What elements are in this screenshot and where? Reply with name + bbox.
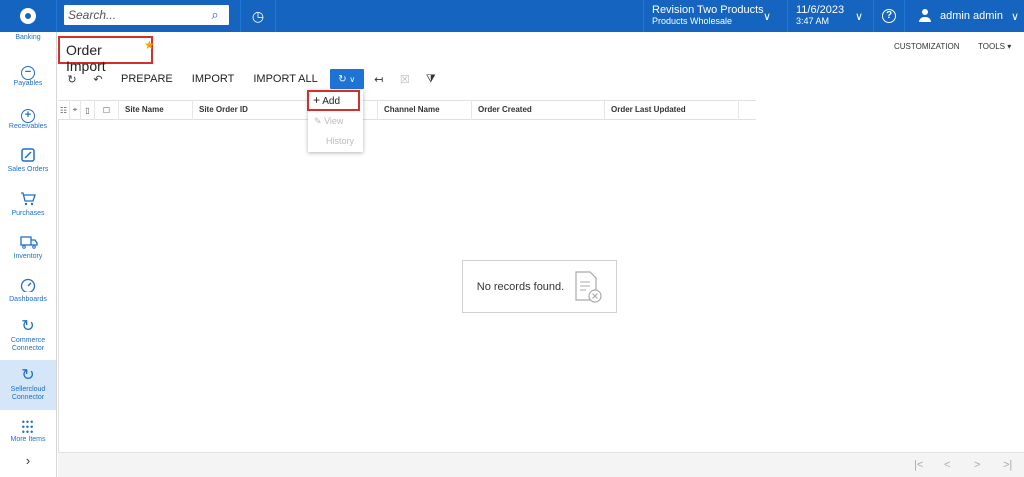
business-date: 11/6/2023 — [796, 4, 845, 16]
last-page-icon[interactable]: >| — [1003, 459, 1012, 471]
page-title-box: Order Import — [58, 36, 153, 74]
tools-label: TOOLS — [978, 42, 1005, 51]
sidebar-item-label: Receivables — [8, 123, 48, 130]
select-all-checkbox[interactable]: ☐ — [95, 100, 119, 120]
column-header-site-name[interactable]: Site Name — [119, 100, 193, 120]
schedule-menu-button[interactable]: ↻ ∨ — [329, 69, 364, 89]
no-records-document-icon — [574, 270, 602, 304]
pencil-icon: ✎ — [314, 116, 322, 126]
sidebar-item-label: Dashboards — [9, 296, 47, 303]
prepare-button[interactable]: PREPARE — [115, 73, 179, 85]
tenant-name: Revision Two Products — [652, 4, 764, 16]
column-header-channel-name[interactable]: Channel Name — [378, 100, 472, 120]
sidebar-item-inventory[interactable]: Inventory — [0, 235, 56, 261]
sidebar-item-label: Sellercloud Connector — [10, 386, 46, 401]
sync-icon: ↻ — [21, 367, 35, 384]
dropdown-item-history[interactable]: History — [308, 131, 363, 151]
sidebar-item-purchases[interactable]: Purchases — [0, 192, 56, 218]
fit-columns-icon[interactable]: ↤ — [370, 73, 388, 86]
truck-icon — [20, 235, 38, 251]
acumatica-logo-icon — [20, 8, 36, 24]
notes-icon: ▯ — [81, 100, 95, 120]
minus-circle-icon: − — [20, 62, 36, 80]
history-icon: ◷ — [251, 7, 265, 24]
sidebar-expand-button[interactable]: › — [0, 454, 56, 467]
dropdown-item-view[interactable]: ✎ View — [308, 111, 363, 131]
sync-icon: ↻ — [21, 318, 35, 335]
user-icon — [918, 9, 932, 23]
plus-icon: + — [313, 93, 321, 107]
sidebar-item-label: Purchases — [11, 210, 45, 217]
search-icon[interactable]: ⌕ — [208, 8, 222, 22]
app-logo[interactable] — [0, 0, 57, 32]
sidebar-item-sales-orders[interactable]: Sales Orders — [0, 148, 56, 174]
toolbar: ↻ ↶ PREPARE IMPORT IMPORT ALL ↻ ∨ ↤ ☒ ⧩ — [58, 68, 1024, 90]
chevron-right-icon: › — [25, 453, 31, 468]
tenant-selector[interactable]: Revision Two Products Products Wholesale… — [643, 0, 783, 32]
empty-message: No records found. — [476, 280, 565, 293]
import-all-button[interactable]: IMPORT ALL — [247, 73, 323, 85]
pager: |< < > >| — [58, 452, 1024, 477]
favorite-star-icon[interactable]: ★ — [144, 38, 155, 52]
user-menu[interactable]: admin admin ∨ — [912, 0, 1024, 32]
sidebar-item-label: Commerce Connector — [10, 337, 46, 352]
caret-down-icon: ▾ — [1007, 42, 1012, 51]
tools-menu[interactable]: TOOLS ▾ — [978, 42, 1011, 51]
sidebar-item-label: Sales Orders — [7, 166, 49, 173]
refresh-icon[interactable]: ↻ — [63, 73, 81, 86]
attachment-icon: ⌖ — [70, 100, 81, 120]
sidebar-item-label: Banking — [15, 34, 41, 41]
user-name: admin admin — [940, 10, 1003, 22]
column-header-order-last-updated[interactable]: Order Last Updated — [605, 100, 739, 120]
filter-icon[interactable]: ⧩ — [422, 73, 440, 86]
sidebar-item-label: Inventory — [13, 253, 43, 260]
files-icon: ☷ — [58, 100, 70, 120]
sidebar-item-receivables[interactable]: + Receivables — [0, 105, 56, 131]
recent-history-button[interactable]: ◷ — [240, 0, 276, 32]
prev-page-icon[interactable]: < — [944, 459, 950, 471]
sidebar: Banking − Payables + Receivables Sales O… — [0, 32, 57, 477]
gauge-icon — [20, 278, 36, 294]
undo-icon[interactable]: ↶ — [89, 73, 107, 86]
dropdown-item-label: Add — [322, 96, 341, 107]
help-button[interactable]: ? — [873, 0, 905, 32]
edit-icon — [20, 148, 36, 164]
main-content: Order Import ★ CUSTOMIZATION TOOLS ▾ ↻ ↶… — [58, 32, 1024, 477]
cart-icon — [20, 192, 36, 208]
grid-dots-icon: ••• ••• ••• — [21, 417, 35, 437]
sidebar-item-sellercloud-connector[interactable]: ↻ Sellercloud Connector — [0, 360, 56, 410]
sidebar-item-commerce-connector[interactable]: ↻ Commerce Connector — [0, 319, 56, 353]
chevron-down-icon: ∨ — [854, 11, 863, 23]
sidebar-item-payables[interactable]: − Payables — [0, 62, 56, 88]
grid-header: ☷ ⌖ ▯ ☐ Site Name Site Order ID Channel … — [58, 100, 756, 120]
plus-circle-icon: + — [20, 105, 36, 123]
branch-name: Products Wholesale — [652, 16, 733, 26]
sidebar-item-label: Payables — [13, 80, 43, 87]
search-box[interactable]: ⌕ — [64, 5, 229, 25]
dropdown-item-label: View — [324, 116, 344, 126]
sidebar-item-banking[interactable]: Banking — [0, 34, 56, 42]
sidebar-item-more-items[interactable]: ••• ••• ••• More Items — [0, 418, 56, 444]
search-input[interactable] — [68, 8, 208, 22]
chevron-down-icon: ∨ — [1010, 10, 1020, 23]
export-excel-icon[interactable]: ☒ — [396, 73, 414, 86]
business-time: 3:47 AM — [796, 16, 830, 26]
chevron-down-icon: ∨ — [349, 74, 356, 84]
empty-state: No records found. — [462, 260, 617, 313]
sidebar-item-dashboards[interactable]: Dashboards — [0, 278, 56, 304]
dropdown-item-add[interactable]: + Add — [307, 90, 360, 111]
help-icon: ? — [882, 9, 896, 23]
import-button[interactable]: IMPORT — [186, 73, 241, 85]
customization-menu[interactable]: CUSTOMIZATION — [894, 42, 959, 51]
next-page-icon[interactable]: > — [974, 459, 980, 471]
schedule-icon: ↻ — [338, 73, 347, 85]
column-header-order-created[interactable]: Order Created — [472, 100, 605, 120]
business-date-selector[interactable]: 11/6/2023 3:47 AM ∨ — [787, 0, 869, 32]
sidebar-item-label: More Items — [10, 436, 46, 443]
chevron-down-icon: ∨ — [762, 11, 771, 23]
first-page-icon[interactable]: |< — [914, 459, 923, 471]
